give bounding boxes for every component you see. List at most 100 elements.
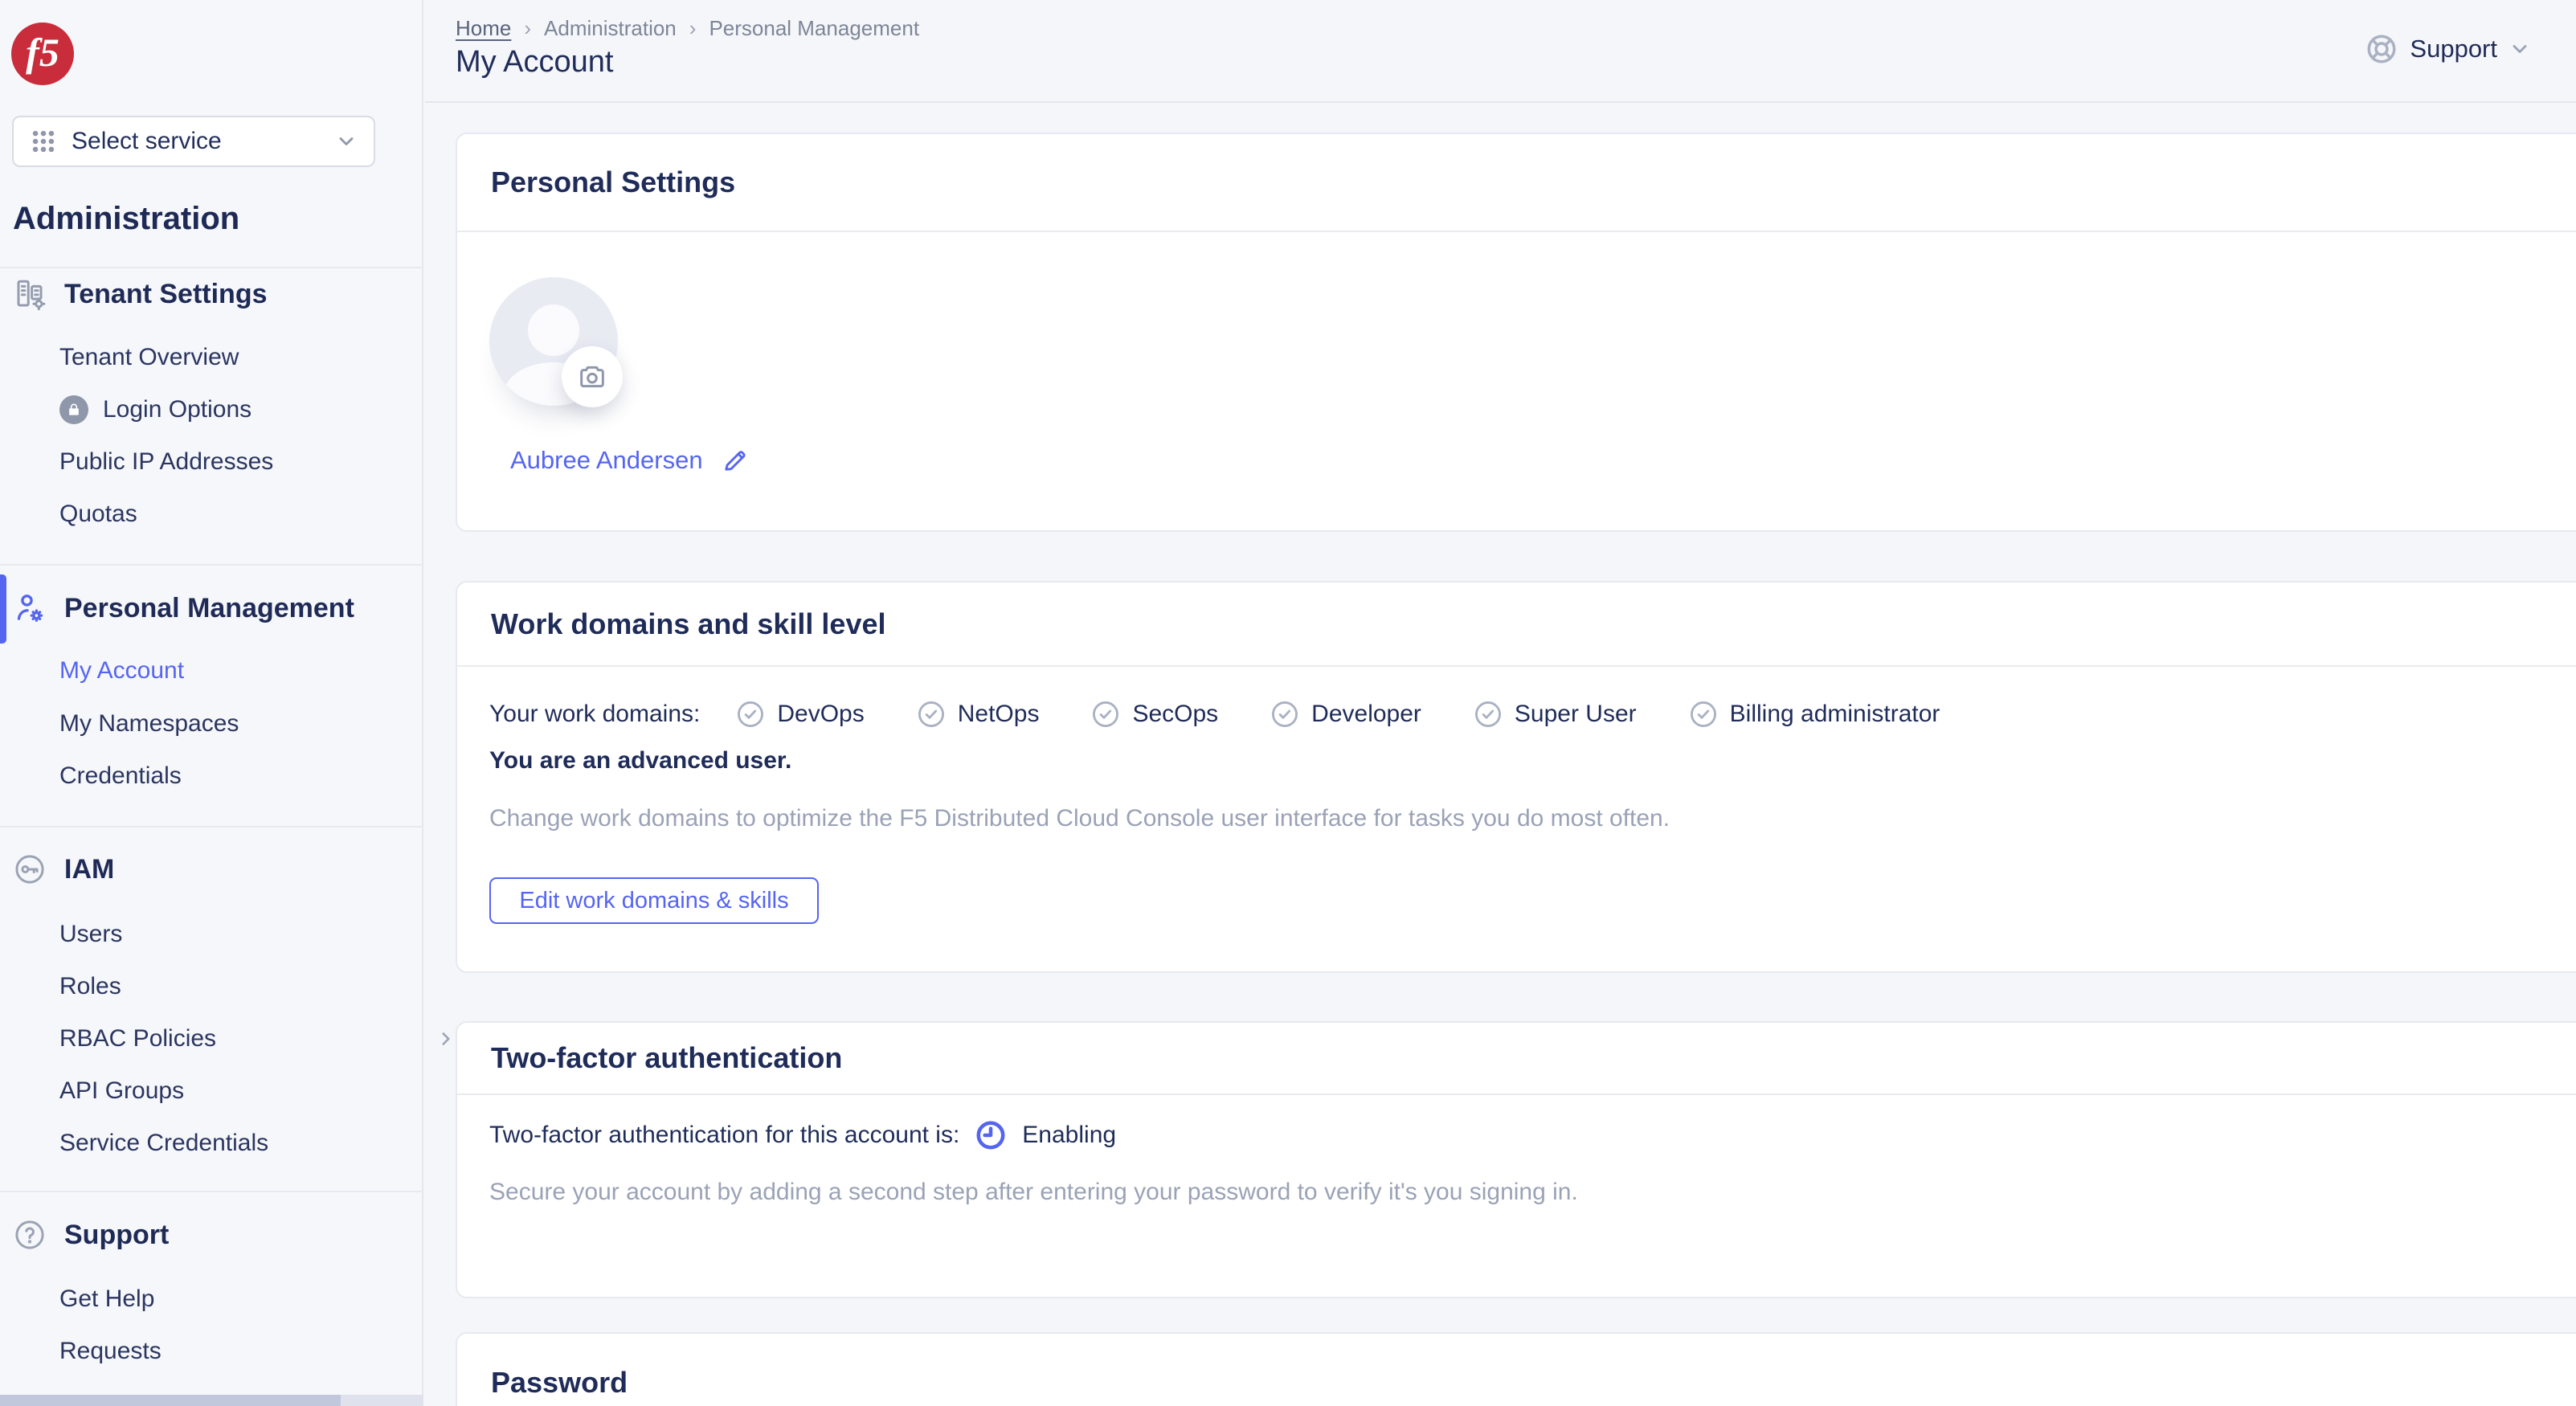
check-circle-icon bbox=[1270, 699, 1300, 730]
support-dropdown-label: Support bbox=[2410, 35, 2497, 63]
work-domains-helper-text: Change work domains to optimize the F5 D… bbox=[489, 802, 1670, 836]
breadcrumb: Home › Administration › Personal Managem… bbox=[456, 16, 919, 41]
f5-logo[interactable]: f5 bbox=[11, 22, 74, 85]
card-header: Personal Settings bbox=[457, 134, 2576, 232]
check-circle-icon bbox=[735, 699, 766, 730]
sidebar-section-label: Tenant Settings bbox=[64, 279, 268, 310]
service-selector[interactable]: Select service bbox=[12, 116, 375, 167]
sidebar-item-label: Requests bbox=[59, 1338, 162, 1365]
domain-chip-secops: SecOps bbox=[1090, 699, 1218, 730]
sidebar-divider bbox=[0, 826, 423, 828]
check-circle-icon bbox=[1090, 699, 1121, 730]
card-header: Work domains and skill level bbox=[457, 582, 2576, 667]
support-dropdown[interactable]: Support bbox=[2365, 32, 2531, 66]
check-circle-icon bbox=[916, 699, 947, 730]
user-gear-icon bbox=[13, 591, 47, 625]
grid-icon bbox=[30, 128, 57, 155]
sidebar-section-label: Support bbox=[64, 1220, 169, 1251]
sidebar-item-credentials[interactable]: Credentials bbox=[59, 759, 182, 793]
domain-label: NetOps bbox=[958, 701, 1040, 728]
f5-logo-text: f5 bbox=[26, 29, 59, 76]
sidebar-divider bbox=[0, 267, 423, 268]
breadcrumb-administration[interactable]: Administration bbox=[544, 16, 677, 41]
domain-chip-developer: Developer bbox=[1270, 699, 1421, 730]
sidebar-item-rbac-policies[interactable]: RBAC Policies bbox=[59, 1022, 397, 1056]
domain-label: Billing administrator bbox=[1730, 701, 1940, 728]
domain-label: SecOps bbox=[1132, 701, 1218, 728]
sidebar-divider bbox=[0, 1191, 423, 1192]
sidebar-section-personal-management[interactable]: Personal Management bbox=[13, 584, 354, 632]
building-gear-icon bbox=[13, 277, 47, 311]
domain-label: Super User bbox=[1515, 701, 1637, 728]
work-domains-label: Your work domains: bbox=[489, 701, 700, 728]
user-name-link[interactable]: Aubree Andersen bbox=[510, 446, 703, 475]
breadcrumb-personal-management[interactable]: Personal Management bbox=[709, 16, 919, 41]
domain-chip-super-user: Super User bbox=[1473, 699, 1637, 730]
sidebar-item-label: Get Help bbox=[59, 1285, 154, 1313]
sidebar-item-login-options[interactable]: Login Options bbox=[59, 393, 251, 427]
domain-chip-netops: NetOps bbox=[916, 699, 1040, 730]
clock-icon bbox=[974, 1118, 1008, 1152]
sidebar-item-label: Login Options bbox=[103, 396, 251, 423]
domain-chip-billing-administrator: Billing administrator bbox=[1688, 699, 1940, 730]
two-factor-card: Two-factor authentication Two-factor aut… bbox=[456, 1021, 2576, 1298]
sidebar-item-label: RBAC Policies bbox=[59, 1025, 216, 1052]
check-circle-icon bbox=[1688, 699, 1719, 730]
edit-work-domains-button[interactable]: Edit work domains & skills bbox=[489, 877, 819, 924]
sidebar-section-label: IAM bbox=[64, 854, 114, 885]
sidebar-item-label: Tenant Overview bbox=[59, 344, 239, 371]
domain-chip-devops: DevOps bbox=[735, 699, 864, 730]
sidebar-item-label: Public IP Addresses bbox=[59, 448, 273, 476]
personal-settings-card: Personal Settings Aubree Andersen bbox=[456, 133, 2576, 532]
edit-name-button[interactable] bbox=[721, 446, 750, 475]
sidebar-item-users[interactable]: Users bbox=[59, 918, 122, 951]
sidebar-item-label: Credentials bbox=[59, 762, 182, 790]
sidebar-item-label: API Groups bbox=[59, 1077, 184, 1105]
breadcrumb-separator: › bbox=[524, 16, 531, 41]
active-section-indicator bbox=[0, 574, 6, 644]
sidebar-item-service-credentials[interactable]: Service Credentials bbox=[59, 1126, 268, 1160]
chevron-down-icon bbox=[335, 130, 358, 153]
sidebar-item-my-account[interactable]: My Account bbox=[59, 654, 184, 688]
sidebar-item-public-ip-addresses[interactable]: Public IP Addresses bbox=[59, 445, 273, 479]
two-factor-status-label: Two-factor authentication for this accou… bbox=[489, 1122, 959, 1149]
lifebuoy-icon bbox=[2365, 32, 2398, 66]
sidebar-item-requests[interactable]: Requests bbox=[59, 1334, 162, 1368]
sidebar-item-label: Roles bbox=[59, 973, 121, 1000]
sidebar-section-support[interactable]: Support bbox=[13, 1211, 169, 1259]
card-title: Password bbox=[491, 1366, 628, 1400]
sidebar-item-label: Service Credentials bbox=[59, 1130, 268, 1157]
sidebar-item-tenant-overview[interactable]: Tenant Overview bbox=[59, 341, 239, 374]
avatar bbox=[489, 277, 618, 406]
sidebar-item-quotas[interactable]: Quotas bbox=[59, 497, 137, 531]
lock-icon bbox=[59, 395, 88, 424]
sidebar-scrollbar-thumb[interactable] bbox=[0, 1395, 341, 1406]
upload-photo-button[interactable] bbox=[562, 346, 623, 407]
page-title: My Account bbox=[456, 45, 613, 80]
check-circle-icon bbox=[1473, 699, 1503, 730]
sidebar-item-my-namespaces[interactable]: My Namespaces bbox=[59, 707, 239, 741]
sidebar: f5 Select service Administration bbox=[0, 0, 423, 1406]
breadcrumb-home[interactable]: Home bbox=[456, 16, 511, 41]
sidebar-section-iam[interactable]: IAM bbox=[13, 845, 114, 893]
sidebar-section-label: Personal Management bbox=[64, 593, 354, 624]
card-title: Personal Settings bbox=[491, 166, 735, 199]
domain-label: DevOps bbox=[777, 701, 864, 728]
sidebar-section-tenant-settings[interactable]: Tenant Settings bbox=[13, 270, 268, 318]
sidebar-item-label: Users bbox=[59, 921, 122, 948]
card-header: Password bbox=[457, 1334, 2576, 1406]
sidebar-title: Administration bbox=[13, 201, 239, 237]
chevron-right-icon bbox=[435, 1028, 456, 1049]
sidebar-scrollbar[interactable] bbox=[0, 1395, 423, 1406]
sidebar-item-label: My Account bbox=[59, 657, 184, 685]
page-header: Home › Administration › Personal Managem… bbox=[425, 0, 2576, 103]
camera-icon bbox=[576, 361, 608, 393]
domain-label: Developer bbox=[1311, 701, 1421, 728]
card-title: Work domains and skill level bbox=[491, 607, 886, 641]
avatar-head-shape bbox=[528, 304, 579, 356]
sidebar-item-get-help[interactable]: Get Help bbox=[59, 1282, 154, 1316]
two-factor-status-value: Enabling bbox=[1022, 1122, 1116, 1149]
sidebar-item-api-groups[interactable]: API Groups bbox=[59, 1074, 184, 1108]
sidebar-item-roles[interactable]: Roles bbox=[59, 970, 121, 1003]
breadcrumb-separator: › bbox=[689, 16, 697, 41]
